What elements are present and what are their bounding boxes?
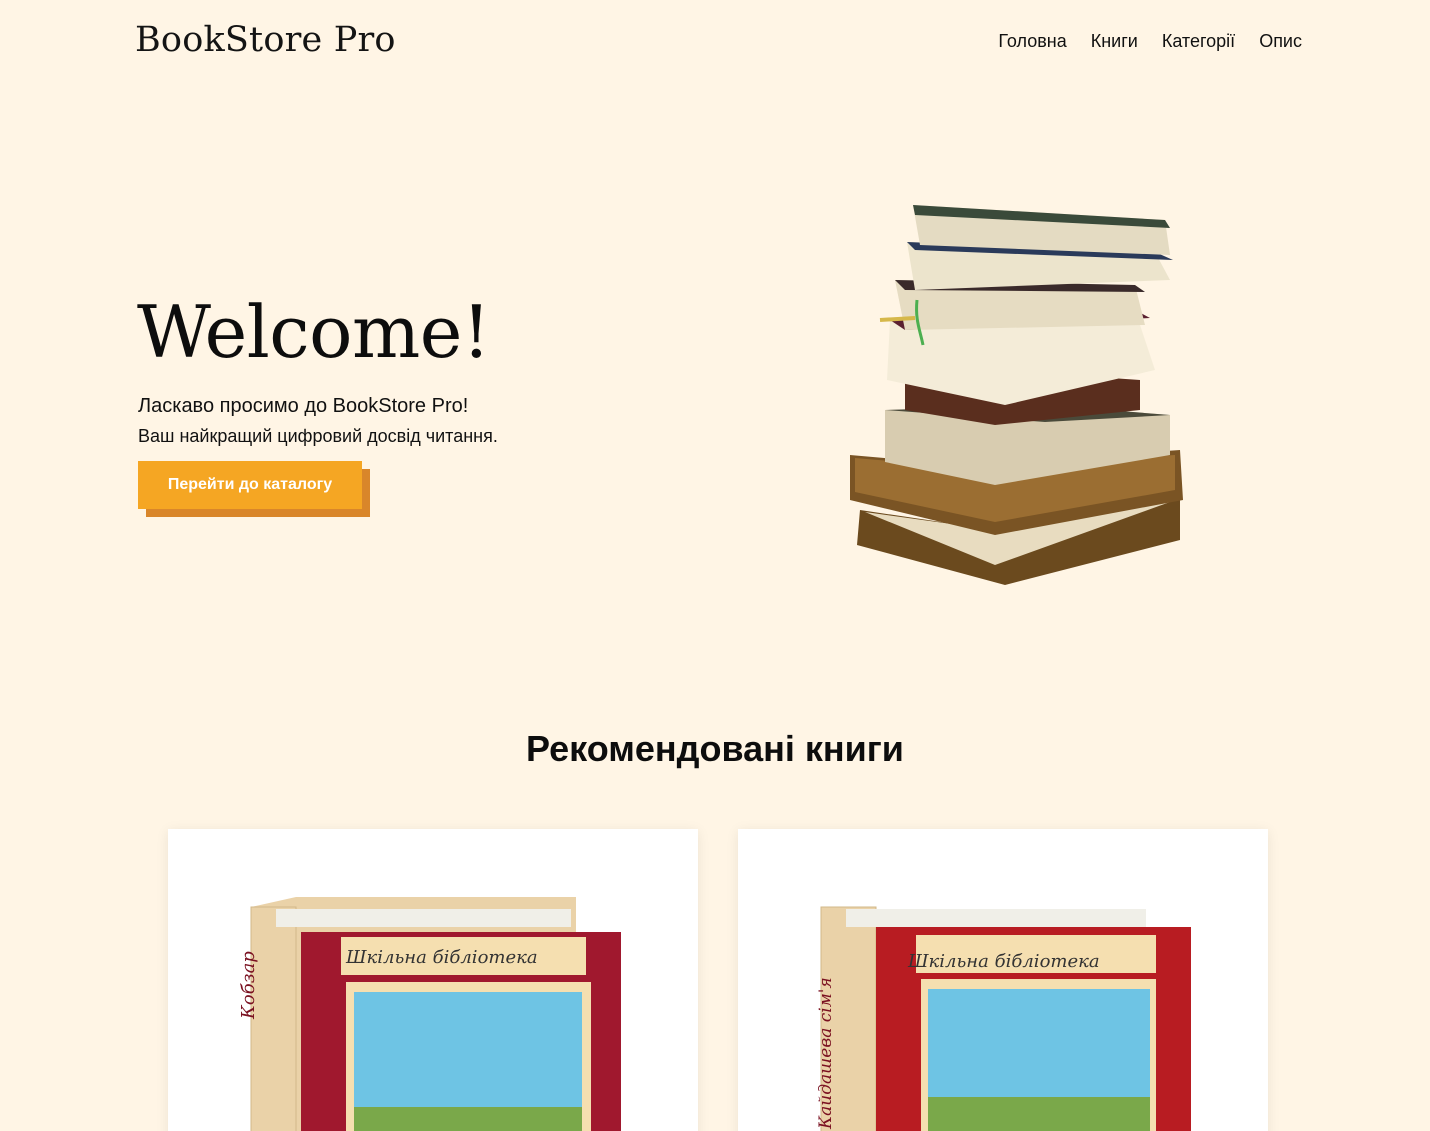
featured-section-title: Рекомендовані книги <box>526 728 904 769</box>
book-card[interactable]: Шкільна бібліотека Кайдашева сім'я <box>738 829 1268 1131</box>
nav-link-books[interactable]: Книги <box>1091 31 1138 52</box>
hero-subtitle: Ласкаво просимо до BookStore Pro! <box>138 395 469 417</box>
catalog-button[interactable]: Перейти до каталогу <box>138 461 362 509</box>
book-series-label: Шкільна бібліотека <box>908 951 1100 972</box>
nav-link-categories[interactable]: Категорії <box>1162 31 1235 52</box>
book-spine-title: Кобзар <box>238 951 259 1019</box>
book-spine-title: Кайдашева сім'я <box>816 977 836 1129</box>
book-series-label: Шкільна бібліотека <box>346 947 538 968</box>
book-stack-image <box>850 205 1183 585</box>
main-nav: Головна Книги Категорії Опис <box>998 31 1302 52</box>
book-cover-image <box>820 906 1191 1131</box>
hero-title: Welcome! <box>137 290 491 374</box>
book-cover-image <box>250 897 621 1131</box>
hero-tagline: Ваш найкращий цифровий досвід читання. <box>138 426 498 446</box>
nav-link-about[interactable]: Опис <box>1259 31 1302 52</box>
nav-link-home[interactable]: Головна <box>998 31 1066 52</box>
site-logo[interactable]: BookStore Pro <box>135 20 396 60</box>
site-header: BookStore Pro Головна Книги Категорії Оп… <box>0 0 1430 85</box>
book-card[interactable]: Шкільна бібліотека Кобзар <box>168 829 698 1131</box>
